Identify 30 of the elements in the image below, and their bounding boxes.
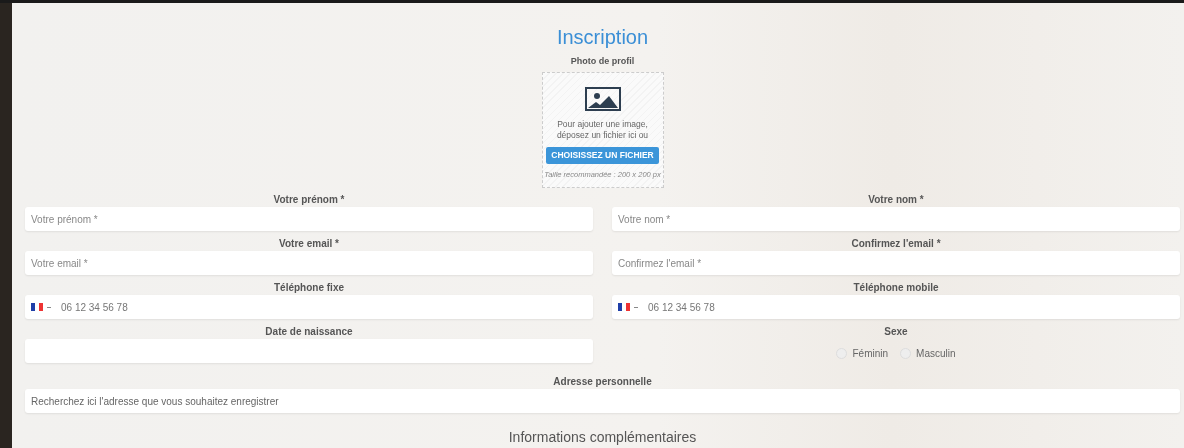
flag-icon[interactable] [31,303,43,311]
phone-field[interactable]: 06 12 34 56 78 [612,295,1180,319]
field-label: Confirmez l'email * [850,238,942,250]
field-label: Sexe [883,326,909,338]
address-field[interactable]: Recherchez ici l'adresse que vous souhaitez enregistrer [25,389,1180,413]
dropzone-hint: Pour ajouter une image, déposez un fichier ici ou [555,118,650,141]
field-label: Adresse personnelle [552,376,653,388]
field-label: Téléphone mobile [852,282,940,294]
image-icon [584,86,621,111]
caret-icon [47,306,51,308]
flag-icon[interactable] [618,303,630,311]
radio-option[interactable]: Masculin [900,346,956,361]
field-label: Téléphone fixe [273,282,345,294]
field-label: Votre email * [278,238,340,250]
page-title: Inscription [555,25,650,49]
choose-file-button[interactable]: CHOISISSEZ UN FICHIER [546,146,659,164]
caret-icon [634,306,638,308]
radio-option[interactable]: Féminin [836,346,889,361]
section-title: Informations complémentaires [507,428,698,447]
photo-label: Photo de profil [569,55,636,68]
field-label: Date de naissance [264,326,354,338]
text-field[interactable]: Votre email * [25,251,593,275]
text-field[interactable]: Votre prénom * [25,207,593,231]
phone-field[interactable]: 06 12 34 56 78 [25,295,593,319]
text-field[interactable]: Votre nom * [612,207,1180,231]
field-label: Votre prénom * [272,194,346,206]
field-label: Votre nom * [867,194,925,206]
phone-number-input[interactable]: 06 12 34 56 78 [648,299,1174,315]
text-field[interactable]: Confirmez l'email * [612,251,1180,275]
phone-number-input[interactable]: 06 12 34 56 78 [61,299,587,315]
